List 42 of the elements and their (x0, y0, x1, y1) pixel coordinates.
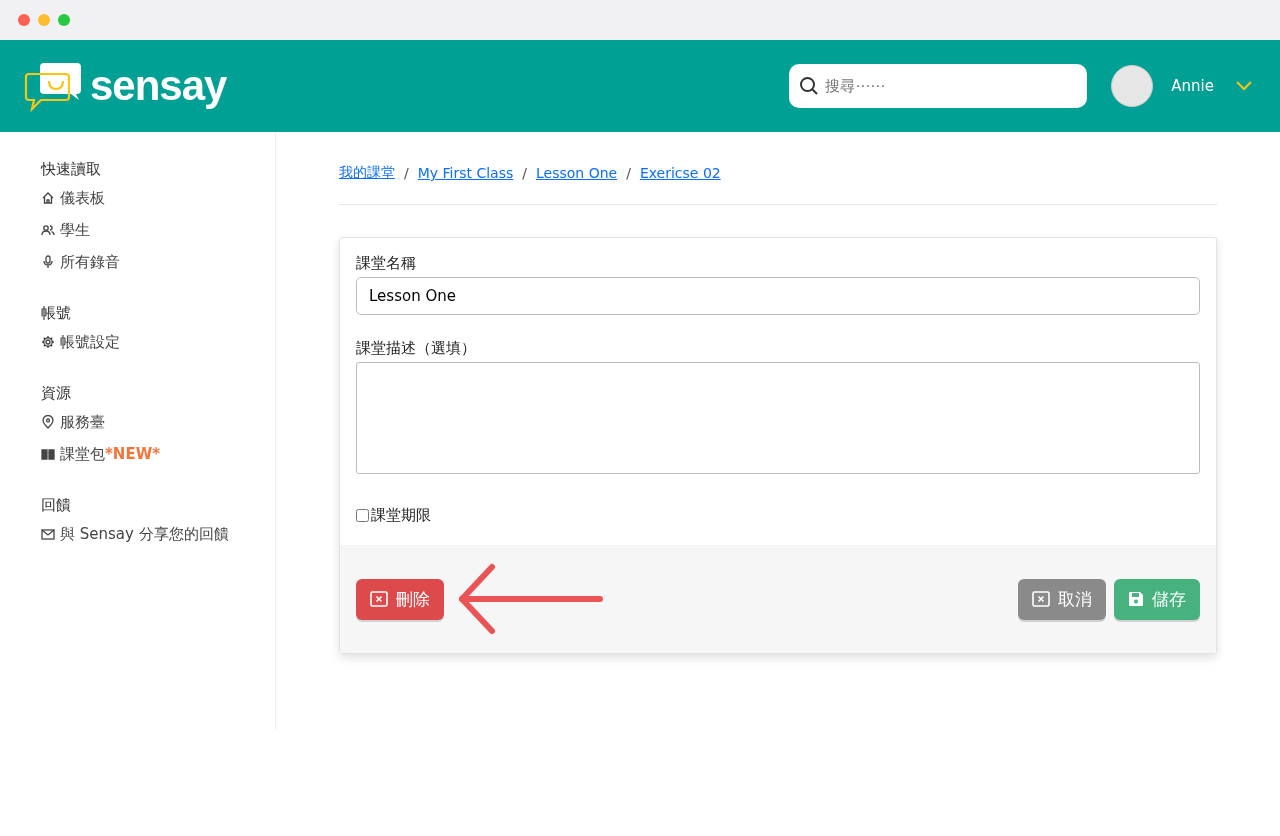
sidebar-link[interactable]: 儀表板 (60, 188, 105, 208)
breadcrumb-link[interactable]: 我的課堂 (339, 164, 395, 182)
maximize-window-button[interactable] (58, 14, 70, 26)
sidebar-link[interactable]: 帳號設定 (60, 332, 120, 352)
breadcrumb-separator: / (404, 165, 409, 181)
sidebar-link[interactable]: 與 Sensay 分享您的回饋 (60, 524, 229, 544)
field-label: 課堂名稱 (356, 254, 417, 273)
breadcrumb-separator: / (522, 165, 527, 181)
breadcrumb-link[interactable]: Exericse 02 (639, 165, 721, 181)
close-box-icon (370, 591, 388, 607)
field-label: 課堂描述（選填） (356, 339, 477, 358)
search-icon (799, 76, 820, 96)
checkbox-label: 課堂期限 (371, 506, 431, 525)
sidebar-section-title: 帳號 (41, 303, 72, 324)
sidebar-section-title: 回饋 (41, 495, 72, 516)
people-icon (41, 223, 55, 237)
sidebar-section-title: 資源 (41, 383, 72, 404)
gear-icon (41, 335, 55, 349)
class-name-field[interactable]: Lesson One (356, 277, 1200, 315)
microphone-icon (41, 255, 55, 269)
delete-button[interactable]: 刪除 (356, 578, 444, 620)
breadcrumb-link[interactable]: My First Class (417, 165, 514, 181)
sidebar-link[interactable]: 服務臺 (60, 412, 105, 432)
description-field[interactable] (356, 362, 1200, 474)
envelope-icon (41, 527, 55, 541)
logo-text: sensay (90, 62, 227, 110)
chevron-down-icon[interactable] (1236, 81, 1252, 91)
book-icon (41, 447, 55, 461)
search-field[interactable]: 搜尋⋯⋯ (789, 64, 1088, 108)
user-avatar[interactable] (1111, 65, 1154, 107)
sidebar-link[interactable]: 所有錄音 (60, 252, 120, 272)
sidebar-link[interactable]: 學生 (60, 220, 90, 240)
breadcrumb-separator: / (626, 165, 631, 181)
home-icon (41, 191, 55, 205)
sidebar-section-title: 快速讀取 (41, 159, 102, 180)
location-pin-icon (41, 415, 55, 429)
deadline-checkbox[interactable] (356, 509, 369, 522)
minimize-window-button[interactable] (38, 14, 50, 26)
close-box-icon (1032, 591, 1050, 607)
sidebar-link[interactable]: 課堂包*NEW* (60, 444, 161, 464)
close-window-button[interactable] (18, 14, 30, 26)
breadcrumb-link[interactable]: Lesson One (536, 165, 618, 181)
